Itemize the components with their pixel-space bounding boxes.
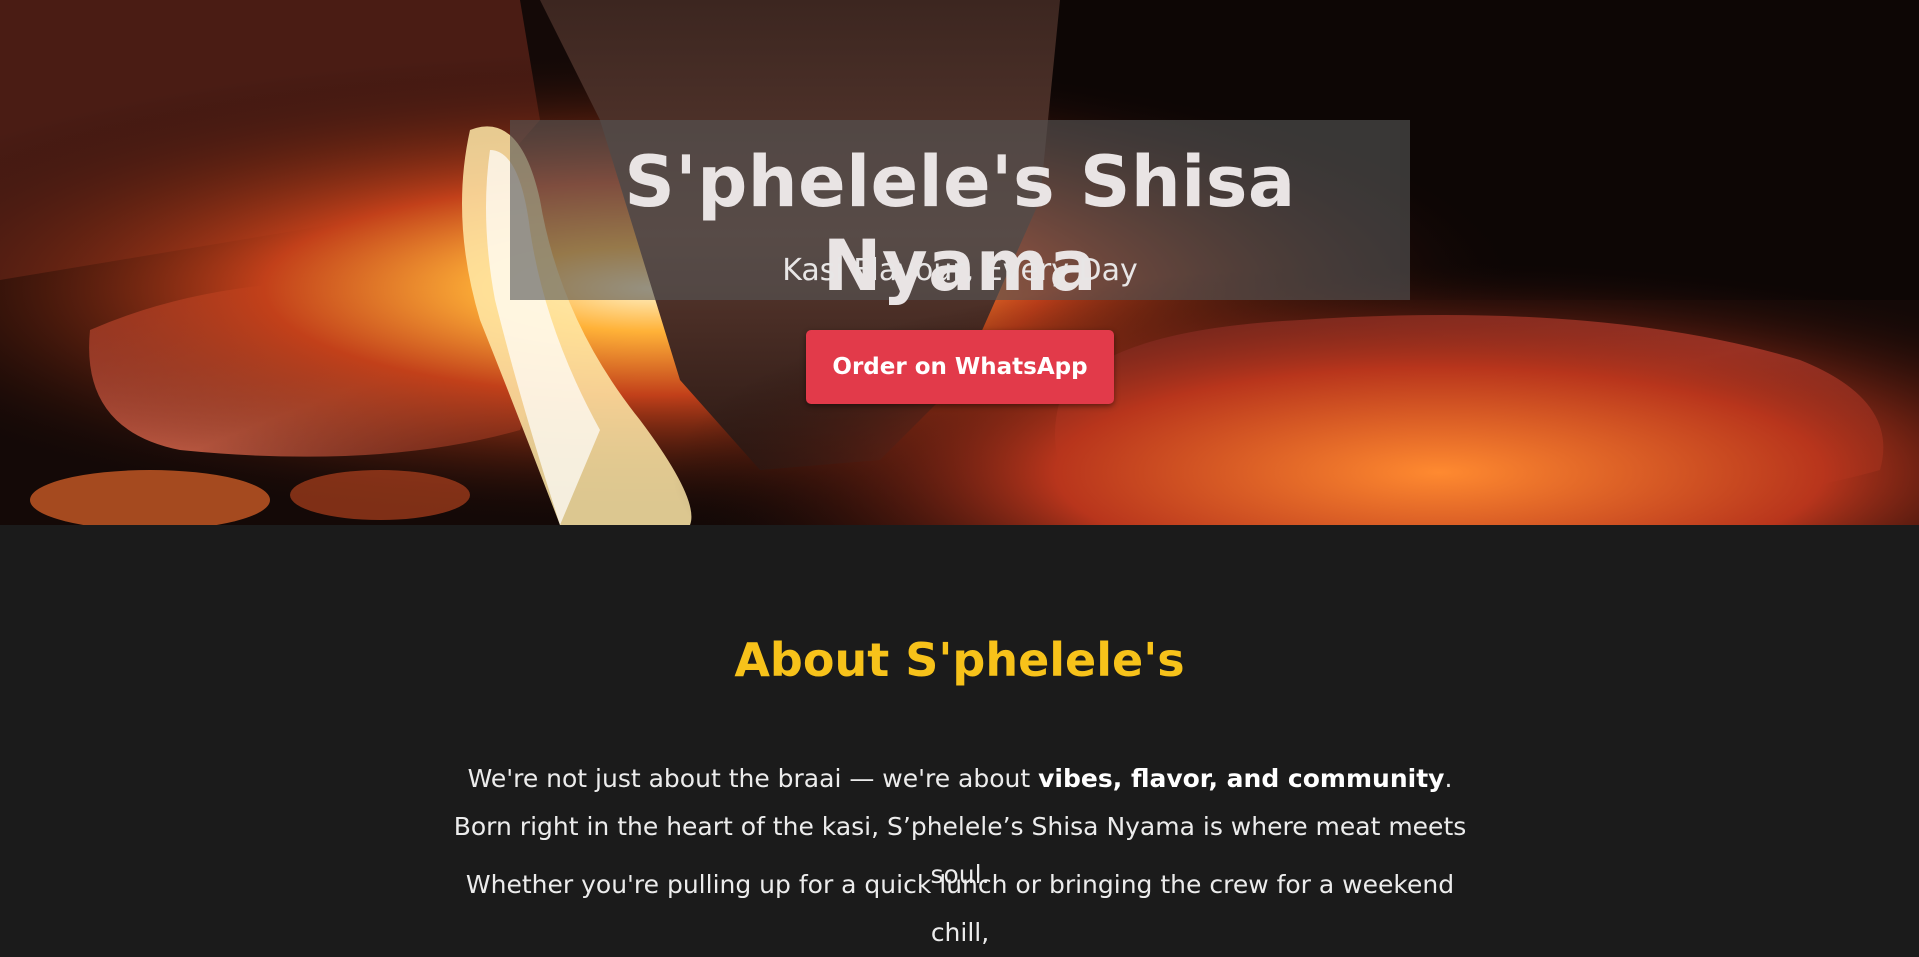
order-whatsapp-button[interactable]: Order on WhatsApp <box>806 330 1114 404</box>
about-paragraph-2: Whether you're pulling up for a quick lu… <box>465 870 1455 947</box>
hero-tagline: Kasi Flavour, Every Day <box>782 253 1138 288</box>
hero-title-box: S'phelele's Shisa Nyama Kasi Flavour, Ev… <box>510 120 1410 307</box>
about-p1-text-start: We're not just about the braai — we're a… <box>467 764 1039 793</box>
about-section: About S'phelele's We're not just about t… <box>0 525 1919 947</box>
hero-section: S'phelele's Shisa Nyama Kasi Flavour, Ev… <box>0 0 1919 525</box>
about-heading: About S'phelele's <box>734 633 1185 687</box>
about-p1-highlight: vibes, flavor, and community <box>1038 764 1445 793</box>
